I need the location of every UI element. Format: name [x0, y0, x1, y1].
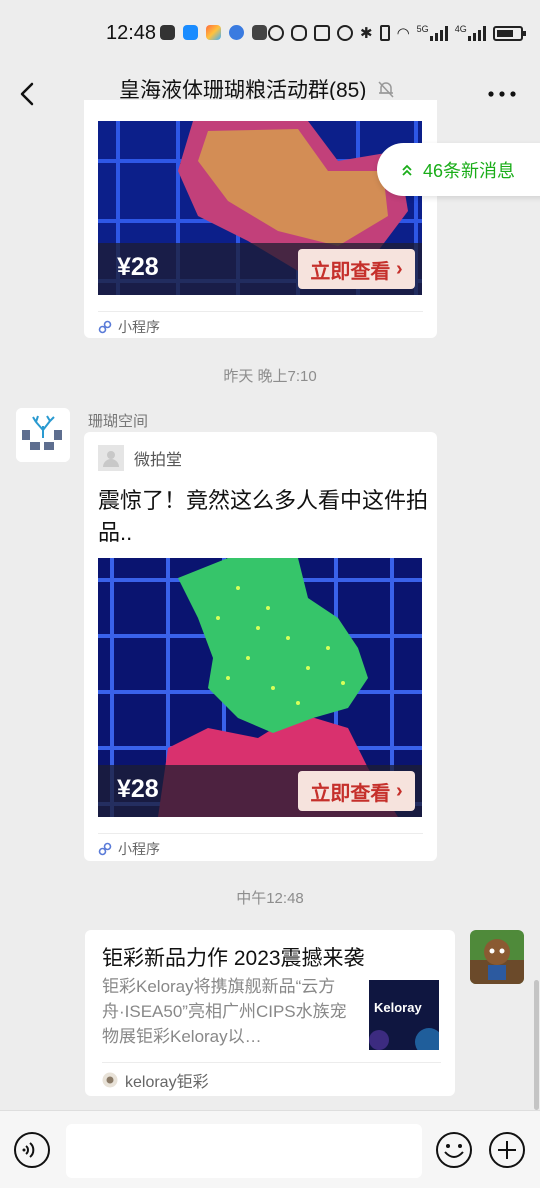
cartoon-avatar: [470, 930, 524, 984]
sender-avatar-coral-space[interactable]: [16, 408, 70, 462]
mini-program-card-2[interactable]: 微拍堂 震惊了！竟然这么多人看中这件拍品.. ¥28 立即查看 › 小程序: [84, 432, 437, 861]
link-card[interactable]: 钜彩新品力作 2023震撼来袭 钜彩Keloray将携旗舰新品“云方舟·ISEA…: [85, 930, 455, 1096]
mini-program-title: 震惊了！竟然这么多人看中这件拍品..: [98, 488, 429, 545]
status-time: 12:48: [106, 22, 157, 44]
signal-5g-icon: [429, 25, 448, 41]
view-now-button-1[interactable]: 立即查看 ›: [298, 249, 415, 289]
new-messages-label: 46条新消息: [423, 160, 516, 181]
n-icon: [314, 25, 330, 41]
mini-program-source: 微拍堂: [98, 445, 182, 471]
source-name: 微拍堂: [134, 452, 183, 469]
link-thumbnail-text: Keloray: [374, 1000, 422, 1015]
my-avatar[interactable]: [470, 930, 524, 984]
link-description: 钜彩Keloray将携旗舰新品“云方舟·ISEA50”亮相广州CIPS水族宠物展…: [102, 977, 347, 1046]
plus-icon[interactable]: [488, 1131, 526, 1169]
mini-program-card-1[interactable]: ¥28 立即查看 › 小程序: [84, 100, 437, 338]
nfc-icon: [268, 25, 284, 41]
price-bar-1: ¥28 立即查看 ›: [98, 243, 422, 295]
mini-program-footer-2: 小程序: [98, 833, 423, 863]
more-dots-icon[interactable]: [487, 82, 517, 106]
link-thumbnail: Keloray: [369, 980, 439, 1050]
view-now-button-2[interactable]: 立即查看 ›: [298, 771, 415, 811]
eye-icon: [291, 25, 307, 41]
notification-icons: [160, 25, 267, 40]
vibrate-icon: [379, 25, 390, 41]
emoji-icon[interactable]: [435, 1131, 473, 1169]
message-input[interactable]: [66, 1124, 422, 1178]
source-logo-icon: [102, 1072, 118, 1087]
input-bar: [0, 1110, 540, 1188]
back-arrow-icon[interactable]: [14, 76, 44, 112]
coral-space-logo: [16, 408, 70, 462]
double-chevron-up-icon: [402, 164, 412, 176]
scrollbar[interactable]: [534, 980, 539, 1110]
mini-program-footer-1: 小程序: [98, 311, 423, 341]
timestamp-1: 昨天 晚上7:10: [223, 368, 317, 385]
mute-bell-icon: [378, 81, 394, 98]
link-footer: keloray钜彩: [102, 1062, 441, 1096]
timestamp-2: 中午12:48: [236, 890, 304, 907]
view-now-label-1: 立即查看: [310, 260, 391, 283]
network-4g-label: 4G: [454, 24, 467, 34]
square-app-icon: [252, 25, 267, 40]
mini-program-label-2: 小程序: [118, 840, 160, 857]
bluetooth-icon: ✱: [360, 25, 373, 42]
link-source: keloray钜彩: [125, 1073, 209, 1091]
system-icons: ✱ ◠ 5G 4G: [268, 24, 526, 42]
status-bar: 12:48 ✱ ◠ 5G 4G: [0, 0, 540, 66]
mini-program-icon: [98, 842, 112, 855]
source-avatar-icon: [98, 445, 124, 471]
price-1: ¥28: [117, 253, 159, 281]
app-notif-icon: [160, 25, 175, 40]
voice-input-icon[interactable]: [13, 1131, 51, 1169]
cloud-app-icon: [183, 25, 198, 40]
product-image-1: ¥28 立即查看 ›: [98, 121, 422, 295]
product-image-2: ¥28 立即查看 ›: [98, 558, 422, 817]
wifi-icon: ◠: [396, 25, 410, 42]
signal-4g-icon: [467, 25, 486, 41]
new-messages-button[interactable]: 46条新消息: [377, 143, 540, 196]
battery-icon: [492, 25, 526, 41]
price-bar-2: ¥28 立即查看 ›: [98, 765, 422, 817]
price-2: ¥28: [117, 775, 159, 803]
mini-program-icon: [98, 320, 112, 333]
link-title: 钜彩新品力作 2023震撼来袭: [102, 947, 365, 970]
sender-name: 珊瑚空间: [88, 413, 149, 430]
mini-program-label-1: 小程序: [118, 318, 160, 335]
network-5g-label: 5G: [416, 24, 429, 34]
browser-app-icon: [229, 25, 244, 40]
photos-app-icon: [206, 25, 221, 40]
alarm-icon: [337, 25, 353, 41]
view-now-label-2: 立即查看: [310, 782, 391, 805]
